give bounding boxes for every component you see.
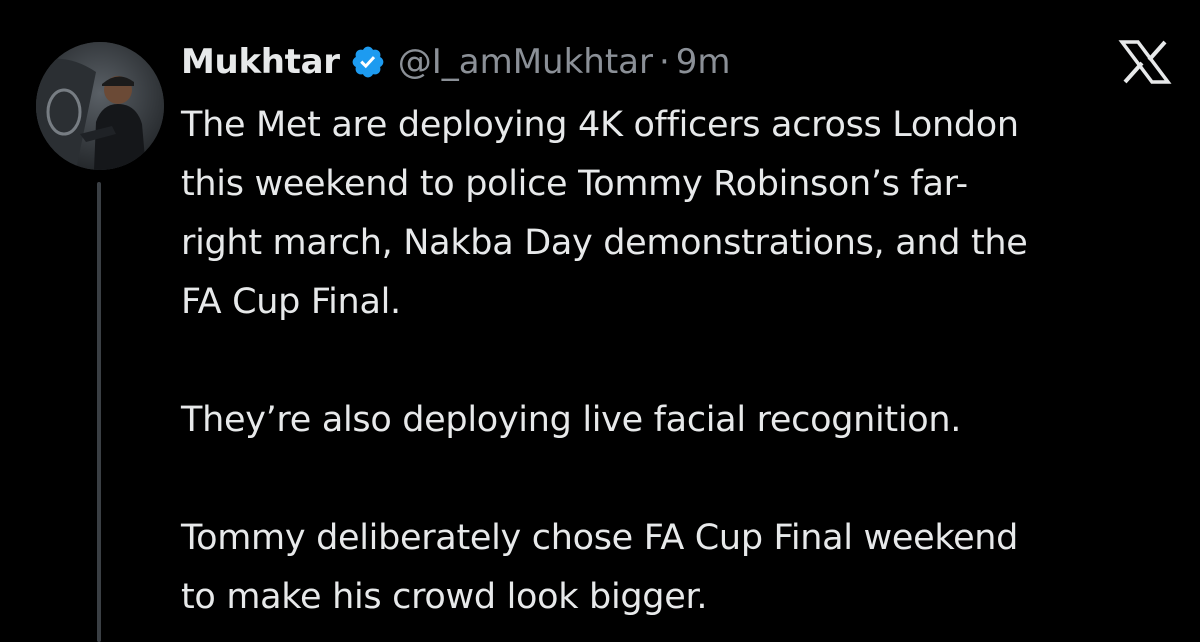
tweet-text-line: this weekend to police Tommy Robinson’s … bbox=[181, 164, 968, 204]
tweet-text-line: Tommy deliberately chose FA Cup Final we… bbox=[181, 518, 1019, 558]
tweet-text-line: The Met are deploying 4K officers across… bbox=[181, 105, 1019, 145]
header-separator: · bbox=[658, 42, 670, 82]
tweet-text-line: They’re also deploying live facial recog… bbox=[181, 400, 962, 440]
thread-connector-line bbox=[97, 182, 101, 642]
tweet-timestamp[interactable]: 9m bbox=[676, 38, 731, 86]
x-logo-icon[interactable] bbox=[1118, 40, 1172, 84]
tweet-header: Mukhtar @I_amMukhtar · 9m bbox=[181, 38, 731, 86]
verified-badge-icon[interactable] bbox=[350, 44, 386, 80]
tweet-body: The Met are deploying 4K officers across… bbox=[181, 96, 1181, 627]
profile-avatar[interactable] bbox=[36, 42, 164, 170]
tweet-text-line: to make his crowd look bigger. bbox=[181, 577, 708, 617]
avatar-photo bbox=[36, 42, 164, 170]
tweet: Mukhtar @I_amMukhtar · 9m The Met are de… bbox=[0, 0, 1200, 642]
tweet-text-line: right march, Nakba Day demonstrations, a… bbox=[181, 223, 1028, 263]
author-display-name[interactable]: Mukhtar bbox=[181, 38, 340, 86]
tweet-text-line: FA Cup Final. bbox=[181, 282, 401, 322]
author-handle[interactable]: @I_amMukhtar bbox=[398, 38, 653, 86]
